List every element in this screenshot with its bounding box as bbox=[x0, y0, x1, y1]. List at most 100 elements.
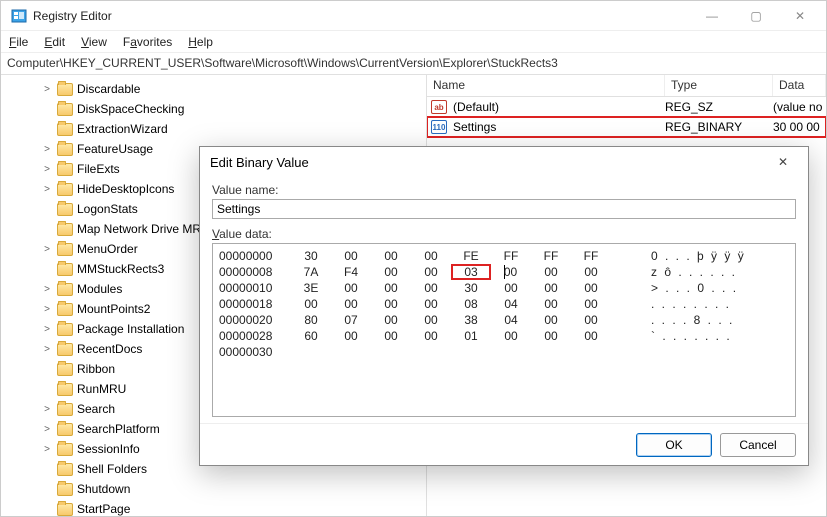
hex-byte[interactable]: 38 bbox=[451, 312, 491, 328]
hex-byte[interactable]: FF bbox=[531, 248, 571, 264]
folder-icon bbox=[57, 263, 73, 276]
hex-byte[interactable]: 04 bbox=[491, 312, 531, 328]
menu-favorites[interactable]: Favorites bbox=[123, 35, 172, 49]
value-name-input[interactable] bbox=[212, 199, 796, 219]
list-header: Name Type Data bbox=[427, 75, 826, 97]
chevron-icon: > bbox=[41, 144, 53, 155]
hex-editor[interactable]: 0000000030000000FEFFFFFF0 . . . þ ÿ ÿ ÿ0… bbox=[212, 243, 796, 417]
cell-data: (value no bbox=[773, 100, 826, 114]
hex-byte[interactable]: 00 bbox=[531, 264, 571, 280]
minimize-button[interactable]: — bbox=[690, 1, 734, 31]
hex-byte[interactable] bbox=[291, 344, 331, 360]
tree-item-label: SessionInfo bbox=[77, 442, 140, 456]
cancel-button[interactable]: Cancel bbox=[720, 433, 796, 457]
hex-byte[interactable]: 00 bbox=[491, 328, 531, 344]
hex-byte[interactable]: 00 bbox=[411, 248, 451, 264]
hex-byte[interactable] bbox=[331, 344, 371, 360]
hex-byte[interactable]: 00 bbox=[411, 264, 451, 280]
hex-byte[interactable]: 00 bbox=[331, 328, 371, 344]
hex-byte[interactable]: 80 bbox=[291, 312, 331, 328]
chevron-icon: > bbox=[41, 404, 53, 415]
tree-item[interactable]: ExtractionWizard bbox=[5, 119, 426, 139]
hex-byte[interactable]: 00 bbox=[571, 296, 611, 312]
folder-icon bbox=[57, 363, 73, 376]
menu-file[interactable]: File bbox=[9, 35, 28, 49]
close-button[interactable]: ✕ bbox=[778, 1, 822, 31]
hex-ascii: z ô . . . . . . bbox=[643, 264, 789, 280]
hex-byte[interactable]: 00 bbox=[531, 296, 571, 312]
menu-edit[interactable]: Edit bbox=[44, 35, 65, 49]
dialog-close-button[interactable]: ✕ bbox=[768, 147, 798, 177]
value-type-icon: ab bbox=[431, 100, 447, 114]
address-bar[interactable]: Computer\HKEY_CURRENT_USER\Software\Micr… bbox=[1, 53, 826, 75]
hex-byte[interactable]: 00 bbox=[371, 264, 411, 280]
menu-view[interactable]: View bbox=[81, 35, 107, 49]
hex-byte[interactable]: 00 bbox=[571, 264, 611, 280]
hex-byte[interactable]: 00 bbox=[371, 296, 411, 312]
hex-byte[interactable]: 00 bbox=[371, 312, 411, 328]
hex-byte[interactable]: 00 bbox=[531, 312, 571, 328]
menu-help[interactable]: Help bbox=[188, 35, 213, 49]
hex-byte[interactable]: 00 bbox=[291, 296, 331, 312]
hex-byte[interactable]: 30 bbox=[451, 280, 491, 296]
hex-byte[interactable]: 00 bbox=[571, 312, 611, 328]
hex-byte[interactable]: 00 bbox=[371, 248, 411, 264]
tree-item-label: ExtractionWizard bbox=[77, 122, 168, 136]
hex-byte[interactable]: 00 bbox=[571, 328, 611, 344]
hex-byte[interactable]: F4 bbox=[331, 264, 371, 280]
chevron-icon bbox=[41, 464, 53, 475]
tree-item[interactable]: DiskSpaceChecking bbox=[5, 99, 426, 119]
list-row[interactable]: 110SettingsREG_BINARY30 00 00 bbox=[427, 117, 826, 137]
ok-button[interactable]: OK bbox=[636, 433, 712, 457]
hex-byte[interactable]: 00 bbox=[411, 296, 451, 312]
hex-ascii: . . . . 8 . . . bbox=[643, 312, 789, 328]
hex-byte[interactable]: 00 bbox=[571, 280, 611, 296]
hex-byte[interactable]: 03 bbox=[451, 264, 491, 280]
hex-byte[interactable]: FF bbox=[491, 248, 531, 264]
hex-byte[interactable]: 00 bbox=[331, 296, 371, 312]
hex-byte[interactable] bbox=[371, 344, 411, 360]
hex-byte[interactable]: 00 bbox=[331, 248, 371, 264]
hex-byte[interactable]: 00 bbox=[371, 328, 411, 344]
hex-byte[interactable] bbox=[531, 344, 571, 360]
hex-byte[interactable]: 00 bbox=[531, 328, 571, 344]
hex-byte[interactable]: 00 bbox=[331, 280, 371, 296]
col-name[interactable]: Name bbox=[427, 75, 665, 96]
hex-byte[interactable]: 7A bbox=[291, 264, 331, 280]
folder-icon bbox=[57, 103, 73, 116]
hex-byte[interactable]: 00 bbox=[411, 328, 451, 344]
hex-byte[interactable]: FF bbox=[571, 248, 611, 264]
maximize-button[interactable]: ▢ bbox=[734, 1, 778, 31]
chevron-icon bbox=[41, 504, 53, 515]
hex-ascii bbox=[643, 344, 789, 360]
hex-byte[interactable]: 30 bbox=[291, 248, 331, 264]
hex-byte[interactable]: FE bbox=[451, 248, 491, 264]
hex-offset: 00000018 bbox=[219, 296, 291, 312]
hex-byte[interactable]: 08 bbox=[451, 296, 491, 312]
list-row[interactable]: ab(Default)REG_SZ(value no bbox=[427, 97, 826, 117]
hex-byte[interactable]: 00 bbox=[411, 280, 451, 296]
hex-byte[interactable] bbox=[411, 344, 451, 360]
hex-byte[interactable]: 00 bbox=[491, 280, 531, 296]
hex-byte[interactable]: 00 bbox=[411, 312, 451, 328]
chevron-icon bbox=[41, 264, 53, 275]
hex-byte[interactable] bbox=[451, 344, 491, 360]
hex-byte[interactable]: 00 bbox=[491, 264, 531, 280]
hex-byte[interactable]: 60 bbox=[291, 328, 331, 344]
hex-byte[interactable]: 00 bbox=[531, 280, 571, 296]
hex-byte[interactable] bbox=[491, 344, 531, 360]
tree-item[interactable]: >Discardable bbox=[5, 79, 426, 99]
col-type[interactable]: Type bbox=[665, 75, 773, 96]
hex-byte[interactable]: 04 bbox=[491, 296, 531, 312]
hex-byte[interactable]: 3E bbox=[291, 280, 331, 296]
col-data[interactable]: Data bbox=[773, 75, 826, 96]
chevron-icon: > bbox=[41, 344, 53, 355]
hex-byte[interactable] bbox=[571, 344, 611, 360]
hex-ascii: > . . . 0 . . . bbox=[643, 280, 789, 296]
hex-byte[interactable]: 00 bbox=[371, 280, 411, 296]
tree-item[interactable]: StartPage bbox=[5, 499, 426, 516]
hex-byte[interactable]: 01 bbox=[451, 328, 491, 344]
chevron-icon bbox=[41, 384, 53, 395]
hex-byte[interactable]: 07 bbox=[331, 312, 371, 328]
tree-item[interactable]: Shutdown bbox=[5, 479, 426, 499]
